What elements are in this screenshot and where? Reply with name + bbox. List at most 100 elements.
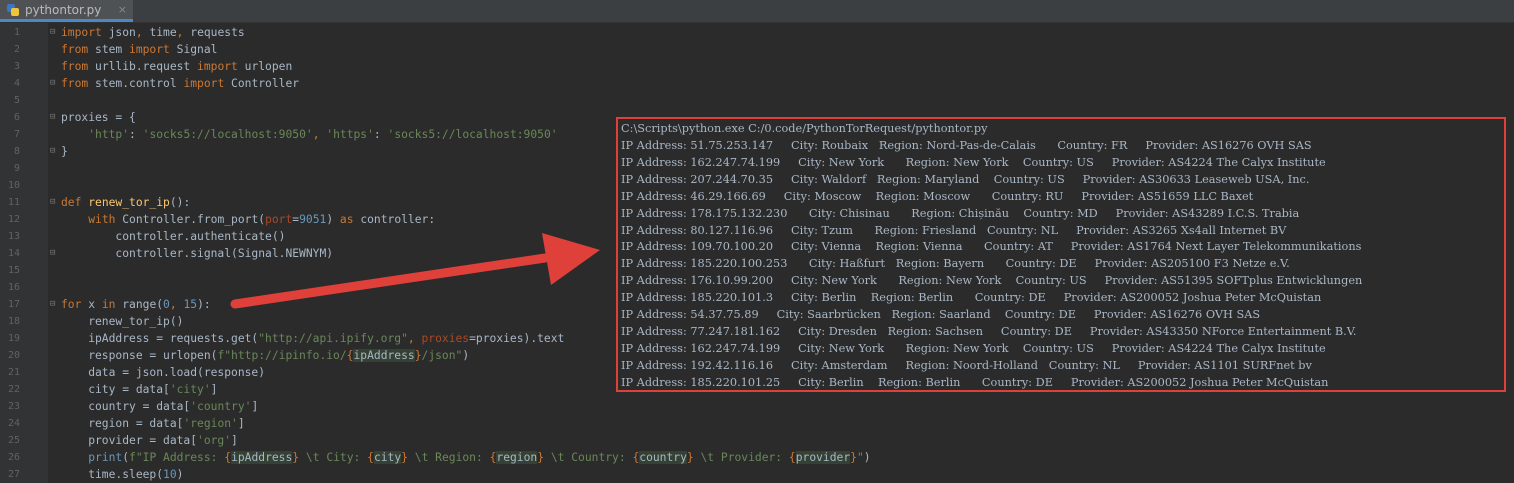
code-token: f"IP Address: (129, 451, 225, 464)
code-token: region (496, 451, 538, 464)
code-token: json (108, 26, 136, 39)
code-token: ] (210, 383, 218, 396)
close-tab-icon[interactable]: × (118, 3, 127, 16)
code-token: Controller (231, 77, 300, 90)
code-line[interactable]: import json, time, requests (61, 24, 245, 41)
code-line[interactable]: } (61, 143, 68, 160)
code-token: ] (237, 417, 245, 430)
code-line[interactable]: from stem import Signal (61, 41, 217, 58)
console-output-line: IP Address: 185.220.100.253 City: Haßfur… (621, 257, 1290, 271)
console-command: C:\Scripts\python.exe C:/0.code/PythonTo… (621, 122, 988, 135)
code-token: country = data[ (61, 400, 191, 413)
line-number: 1 (13, 27, 20, 38)
code-line[interactable]: proxies = { (61, 109, 136, 126)
editor-tab-bar: pythontor.py × (0, 0, 1514, 23)
code-token: ) (326, 213, 340, 226)
fold-marker-icon[interactable]: ⊟ (50, 75, 59, 92)
code-token: f"http://ipinfo.io/ (217, 349, 347, 362)
code-token: proxies (421, 332, 470, 345)
line-number: 21 (7, 367, 20, 378)
code-line[interactable]: def renew_tor_ip(): (61, 194, 190, 211)
fold-marker-icon[interactable]: ⊟ (50, 24, 59, 41)
code-token: =proxies).text (469, 332, 565, 345)
console-output-line: IP Address: 109.70.100.20 City: Vienna R… (621, 240, 1362, 254)
code-token: as (339, 213, 361, 226)
code-token: } (414, 349, 422, 362)
code-token: , (407, 332, 422, 345)
code-token: Signal (176, 43, 218, 56)
code-line[interactable]: city = data['city'] (61, 381, 217, 398)
code-token: : (373, 128, 388, 141)
console-output-line: IP Address: 192.42.116.16 City: Amsterda… (621, 358, 1312, 372)
console-output-line: IP Address: 178.175.132.230 City: Chisin… (621, 206, 1300, 220)
code-token: \t Region: (407, 451, 490, 464)
code-line[interactable]: data = json.load(response) (61, 364, 265, 381)
fold-marker-icon[interactable]: ⊟ (50, 109, 59, 126)
code-token: 10 (163, 468, 177, 481)
code-token: range( (122, 298, 164, 311)
code-token: urllib.request (95, 60, 198, 73)
console-output-line: IP Address: 185.220.101.3 City: Berlin R… (621, 291, 1322, 305)
line-number: 13 (7, 231, 20, 242)
line-number: 15 (7, 265, 20, 276)
code-token: from (61, 77, 96, 90)
code-line[interactable]: renew_tor_ip() (61, 313, 183, 330)
code-token: provider = data[ (61, 434, 198, 447)
code-token: controller.signal(Signal.NEWNYM) (61, 247, 334, 260)
code-line[interactable]: print(f"IP Address: {ipAddress} \t City:… (61, 449, 871, 466)
code-line[interactable]: controller.signal(Signal.NEWNYM) (61, 245, 333, 262)
code-token: 'http' (88, 128, 130, 141)
line-number: 14 (7, 248, 20, 259)
code-token: response = urlopen( (61, 349, 218, 362)
line-number: 4 (13, 78, 20, 89)
code-token: region = data[ (61, 417, 184, 430)
code-line[interactable]: region = data['region'] (61, 415, 245, 432)
line-number: 22 (7, 384, 20, 395)
code-token: ) (176, 468, 184, 481)
code-line[interactable]: time.sleep(10) (61, 466, 183, 483)
code-token: print (88, 451, 123, 464)
line-number: 25 (7, 435, 20, 446)
code-line[interactable]: 'http': 'socks5://localhost:9050', 'http… (61, 126, 558, 143)
code-line[interactable]: from stem.control import Controller (61, 75, 299, 92)
line-number: 12 (7, 214, 20, 225)
code-token: 'socks5://localhost:9050' (387, 128, 558, 141)
code-token: , (312, 128, 327, 141)
code-line[interactable]: country = data['country'] (61, 398, 258, 415)
fold-marker-icon[interactable]: ⊟ (50, 245, 59, 262)
console-output-line: IP Address: 54.37.75.89 City: Saarbrücke… (621, 308, 1261, 321)
fold-marker-icon[interactable]: ⊟ (50, 143, 59, 160)
line-number: 18 (7, 316, 20, 327)
code-token: time (149, 26, 177, 39)
code-token: stem.control (95, 77, 184, 90)
code-token: \t Country: (544, 451, 633, 464)
code-line[interactable]: with Controller.from_port(port=9051) as … (61, 211, 435, 228)
line-number: 27 (7, 469, 20, 480)
code-token: , (176, 26, 191, 39)
code-token: 0 (163, 298, 170, 311)
code-line[interactable]: controller.authenticate() (61, 228, 285, 245)
fold-marker-icon[interactable]: ⊟ (50, 194, 59, 211)
console-output-line: IP Address: 77.247.181.162 City: Dresden… (621, 324, 1357, 338)
code-token: from (61, 60, 96, 73)
code-token: country (639, 451, 687, 464)
code-token: 'country' (190, 400, 252, 413)
code-token: port (265, 213, 293, 226)
code-line[interactable]: for x in range(0, 15): (61, 296, 211, 313)
code-token: x (88, 298, 102, 311)
code-token: "http://api.ipify.org" (258, 332, 408, 345)
fold-marker-icon[interactable]: ⊟ (50, 296, 59, 313)
code-token: urlopen (244, 60, 293, 73)
code-token: 'region' (183, 417, 238, 430)
code-line[interactable]: ipAddress = requests.get("http://api.ipi… (61, 330, 564, 347)
tab-pythontor[interactable]: pythontor.py × (0, 0, 133, 22)
code-line[interactable]: provider = data['org'] (61, 432, 238, 449)
code-line[interactable]: from urllib.request import urlopen (61, 58, 292, 75)
code-token: } (686, 451, 694, 464)
line-number: 24 (7, 418, 20, 429)
code-line[interactable]: response = urlopen(f"http://ipinfo.io/{i… (61, 347, 469, 364)
code-token: requests (190, 26, 245, 39)
line-number: 9 (13, 163, 20, 174)
line-number: 19 (7, 333, 20, 344)
